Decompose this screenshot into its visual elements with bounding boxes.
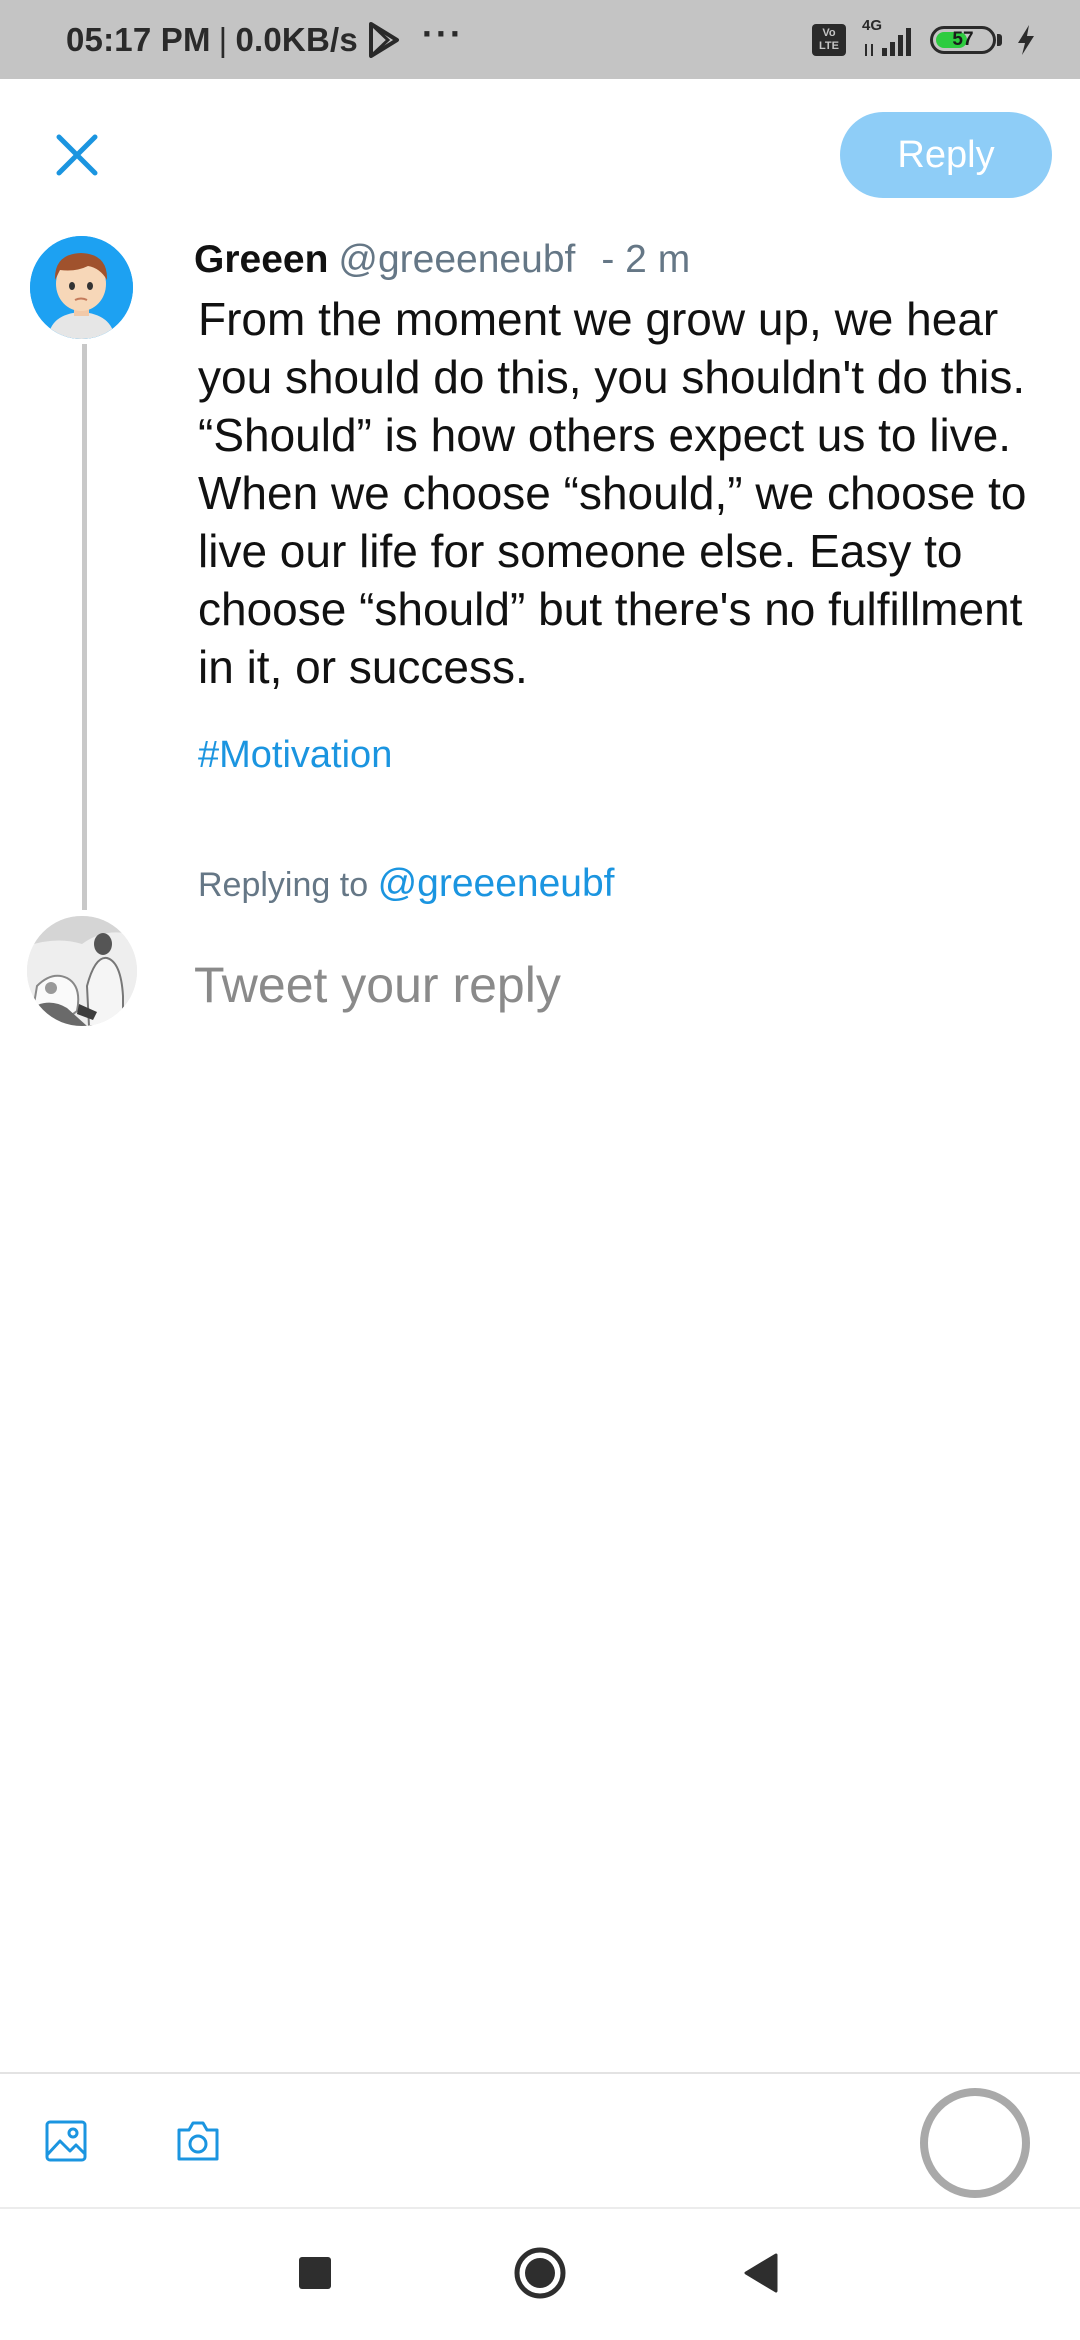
image-icon[interactable] [38, 2113, 94, 2169]
status-left: 05:17 PM | 0.0KB/s ··· [66, 0, 464, 79]
status-time: 05:17 PM [66, 20, 211, 58]
close-icon [56, 134, 98, 176]
author-handle[interactable]: @greeeneubf [338, 238, 575, 282]
back-triangle-icon [744, 2253, 778, 2293]
status-right: Vo LTE 4G 57 [812, 0, 1036, 79]
more-notifications-icon: ··· [421, 12, 464, 54]
author-avatar[interactable] [30, 236, 133, 339]
home-button[interactable] [504, 2237, 576, 2309]
cartoon-boy-icon [30, 236, 133, 339]
thread-line [82, 344, 87, 910]
tweet-header: Greeen @greeeneubf - 2 m [194, 232, 690, 288]
status-bar: 05:17 PM | 0.0KB/s ··· Vo LTE 4G 57 [0, 0, 1080, 79]
user-photo-icon [27, 916, 137, 1026]
back-button[interactable] [725, 2237, 797, 2309]
status-separator: | [218, 20, 228, 58]
tweet-time: - 2 m [601, 238, 691, 281]
battery-level: 57 [952, 28, 974, 50]
compose-toolbar [0, 2072, 1080, 2209]
battery-tip [997, 33, 1002, 46]
user-avatar[interactable] [27, 916, 137, 1026]
status-net-speed: 0.0KB/s [235, 20, 358, 58]
character-count-ring [920, 2088, 1030, 2198]
recents-button[interactable] [279, 2237, 351, 2309]
battery-group: 57 [930, 25, 1002, 54]
volte-icon: Vo LTE [812, 23, 846, 56]
replying-to: Replying to @greeeneubf [198, 862, 615, 906]
battery-icon: 57 [930, 25, 996, 54]
camera-icon[interactable] [170, 2113, 226, 2169]
reply-button[interactable]: Reply [840, 112, 1052, 198]
recents-square-icon [299, 2257, 331, 2289]
tweet-text: From the moment we grow up, we hear you … [198, 293, 1027, 693]
play-store-icon [368, 21, 400, 58]
charging-bolt-icon [1016, 24, 1036, 56]
replying-to-label: Replying to [198, 866, 369, 904]
close-button[interactable] [44, 122, 110, 188]
system-nav-bar [0, 2209, 1080, 2340]
home-circle-icon [514, 2247, 566, 2299]
signal-icon: 4G [860, 17, 916, 60]
replying-to-handle[interactable]: @greeeneubf [378, 862, 615, 905]
hashtag-link[interactable]: #Motivation [198, 734, 392, 777]
reply-input[interactable] [192, 944, 1016, 1026]
author-name[interactable]: Greeen [194, 238, 328, 282]
